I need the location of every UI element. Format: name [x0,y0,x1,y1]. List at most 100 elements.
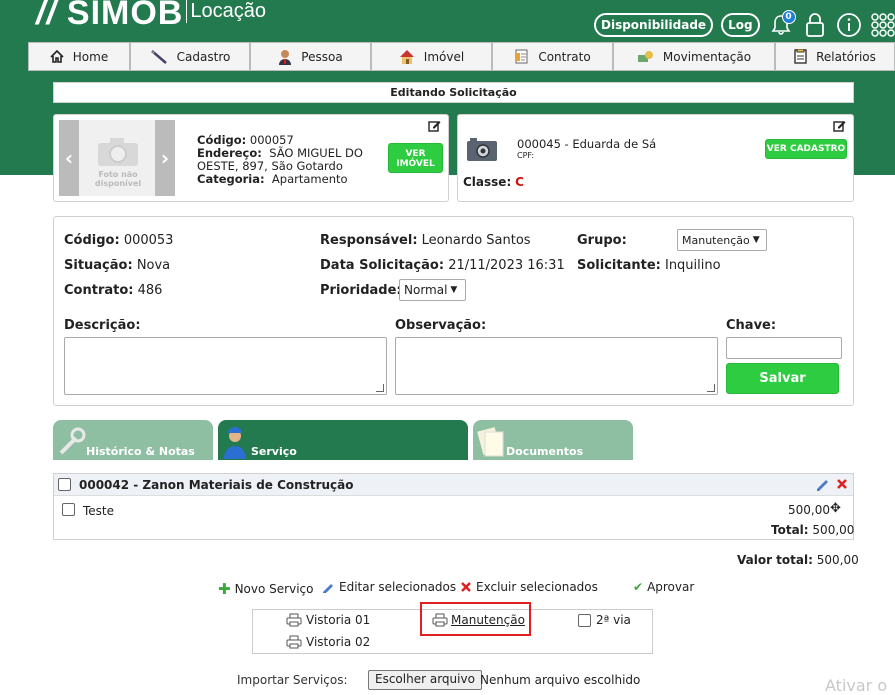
pen-icon [150,49,167,64]
service-checkbox[interactable] [58,478,71,491]
descricao-label: Descrição: [64,318,141,333]
editar-selecionados-button[interactable]: Editar selecionados [322,580,456,594]
codigo-value: 000053 [123,233,174,248]
disponibilidade-button[interactable]: Disponibilidade [594,13,714,37]
person-icon [279,49,292,65]
apps-grid-icon[interactable] [870,12,895,38]
vistoria-01-link[interactable]: Vistoria 01 [286,613,370,627]
tab-servico[interactable]: Serviço [218,420,468,460]
imovel-codigo: 000057 [249,133,294,147]
vistoria-02-link[interactable]: Vistoria 02 [286,635,370,649]
grupo-value: Manutenção [682,233,750,247]
total-label: Total: [771,523,809,537]
solicitante-label: Solicitante: [577,258,661,273]
close-icon[interactable] [836,478,848,490]
imovel-endereco-label: Endereço: [197,146,262,160]
printer-icon [432,613,448,627]
prioridade-label: Prioridade: [320,283,402,298]
aprovar-label: Aprovar [647,580,695,594]
chave-input[interactable] [726,337,842,359]
pessoa-card: 000045 - Eduarda de Sá CPF: Classe: C VE… [457,114,854,202]
valor-total-label: Valor total: [737,553,813,567]
nav-cadastro[interactable]: Cadastro [130,42,250,71]
ver-cadastro-button[interactable]: VER CADASTRO [765,139,847,159]
excluir-label: Excluir selecionados [476,580,598,594]
tab-documentos-label: Documentos [506,445,584,458]
nav-pessoa-label: Pessoa [301,49,343,64]
excluir-selecionados-button[interactable]: Excluir selecionados [460,580,598,594]
contrato-value: 486 [137,283,163,298]
segunda-via-checkbox[interactable] [578,613,591,627]
nav-pessoa[interactable]: Pessoa [250,42,371,71]
imovel-endereco-1: SÃO MIGUEL DO [269,146,363,160]
activation-watermark: Ativar o [825,676,888,695]
pencil-icon[interactable] [815,478,829,491]
prioridade-value: Normal [404,283,448,297]
brand-name: SIMOB [66,0,184,32]
responsavel-value: Leonardo Santos [421,233,531,248]
imovel-categoria: Apartamento [271,172,348,186]
nav-relatorios-label: Relatórios [816,49,876,64]
tab-historico-notas[interactable]: Histórico & Notas [53,420,213,460]
responsavel-label: Responsável: [320,233,418,248]
lock-icon[interactable] [802,12,828,38]
ver-imovel-button[interactable]: VER IMÓVEL [388,143,443,173]
solicitante-value: Inquilino [664,258,721,273]
ver-imovel-label-2: IMÓVEL [396,159,435,169]
nav-movimentacao[interactable]: Movimentação [613,42,775,71]
manutencao-label: Manutenção [451,613,525,627]
escolher-arquivo-button[interactable]: Escolher arquivo [368,670,482,690]
manutencao-link[interactable]: Manutenção [432,613,525,627]
photo-missing-text-1: Foto não [98,170,138,179]
nav-imovel[interactable]: Imóvel [371,42,492,71]
worker-icon [224,427,246,459]
observacao-textarea[interactable] [395,337,718,395]
home-icon [50,50,64,63]
segunda-via-option[interactable]: 2ª via [578,613,631,627]
property-photo: ‹ › Foto não disponível [59,120,175,196]
house-icon [399,50,414,64]
grupo-select[interactable]: Manutenção ▼ [677,229,767,251]
check-icon: ✔ [633,580,644,594]
vistoria-01-label: Vistoria 01 [306,613,371,627]
segunda-via-label: 2ª via [596,613,631,627]
nav-contrato[interactable]: Contrato [492,42,613,71]
vistoria-02-label: Vistoria 02 [306,635,371,649]
tab-documentos[interactable]: Documentos [473,420,633,460]
situacao-label: Situação: [64,258,133,273]
edit-pessoa-icon[interactable] [833,119,846,132]
prioridade-select[interactable]: Normal ▼ [399,279,466,301]
contrato-label: Contrato: [64,283,134,298]
brand-logo[interactable]: // SIMOB Locação [36,0,266,33]
editar-label: Editar selecionados [339,580,457,594]
move-icon[interactable]: ✥ [830,501,841,516]
photo-next-button[interactable]: › [155,120,175,196]
bell-icon[interactable]: 0 [768,10,796,38]
novo-servico-label: Novo Serviço [234,582,314,596]
log-button[interactable]: Log [721,13,760,37]
contract-icon [515,49,528,64]
nav-relatorios[interactable]: Relatórios [775,42,895,71]
total-value: 500,00 [812,523,855,537]
pencil-icon [323,584,333,593]
photo-prev-button[interactable]: ‹ [59,120,79,196]
data-solicitacao-value: 21/11/2023 16:31 [448,258,565,273]
descricao-textarea[interactable] [64,337,387,395]
plus-icon: ✚ [218,580,231,598]
pessoa-name: 000045 - Eduarda de Sá [517,137,657,151]
service-item-value: 500,00 [788,503,830,517]
novo-servico-button[interactable]: ✚ Novo Serviço [218,580,313,598]
situacao-value: Nova [136,258,171,273]
nav-home[interactable]: Home [28,42,130,71]
main-navbar: Home Cadastro Pessoa Imóvel Contrato Mov… [28,42,895,71]
info-icon[interactable] [836,12,862,38]
service-item-checkbox[interactable] [62,503,75,516]
service-item-name: Teste [83,504,115,518]
aprovar-button[interactable]: ✔ Aprovar [633,580,694,594]
camera-placeholder-icon [98,138,138,166]
chevron-down-icon: ▼ [450,285,458,295]
edit-imovel-icon[interactable] [428,119,441,132]
salvar-button[interactable]: Salvar [726,363,839,394]
grupo-label: Grupo: [577,233,627,248]
logo-mark-icon: // [36,0,57,32]
